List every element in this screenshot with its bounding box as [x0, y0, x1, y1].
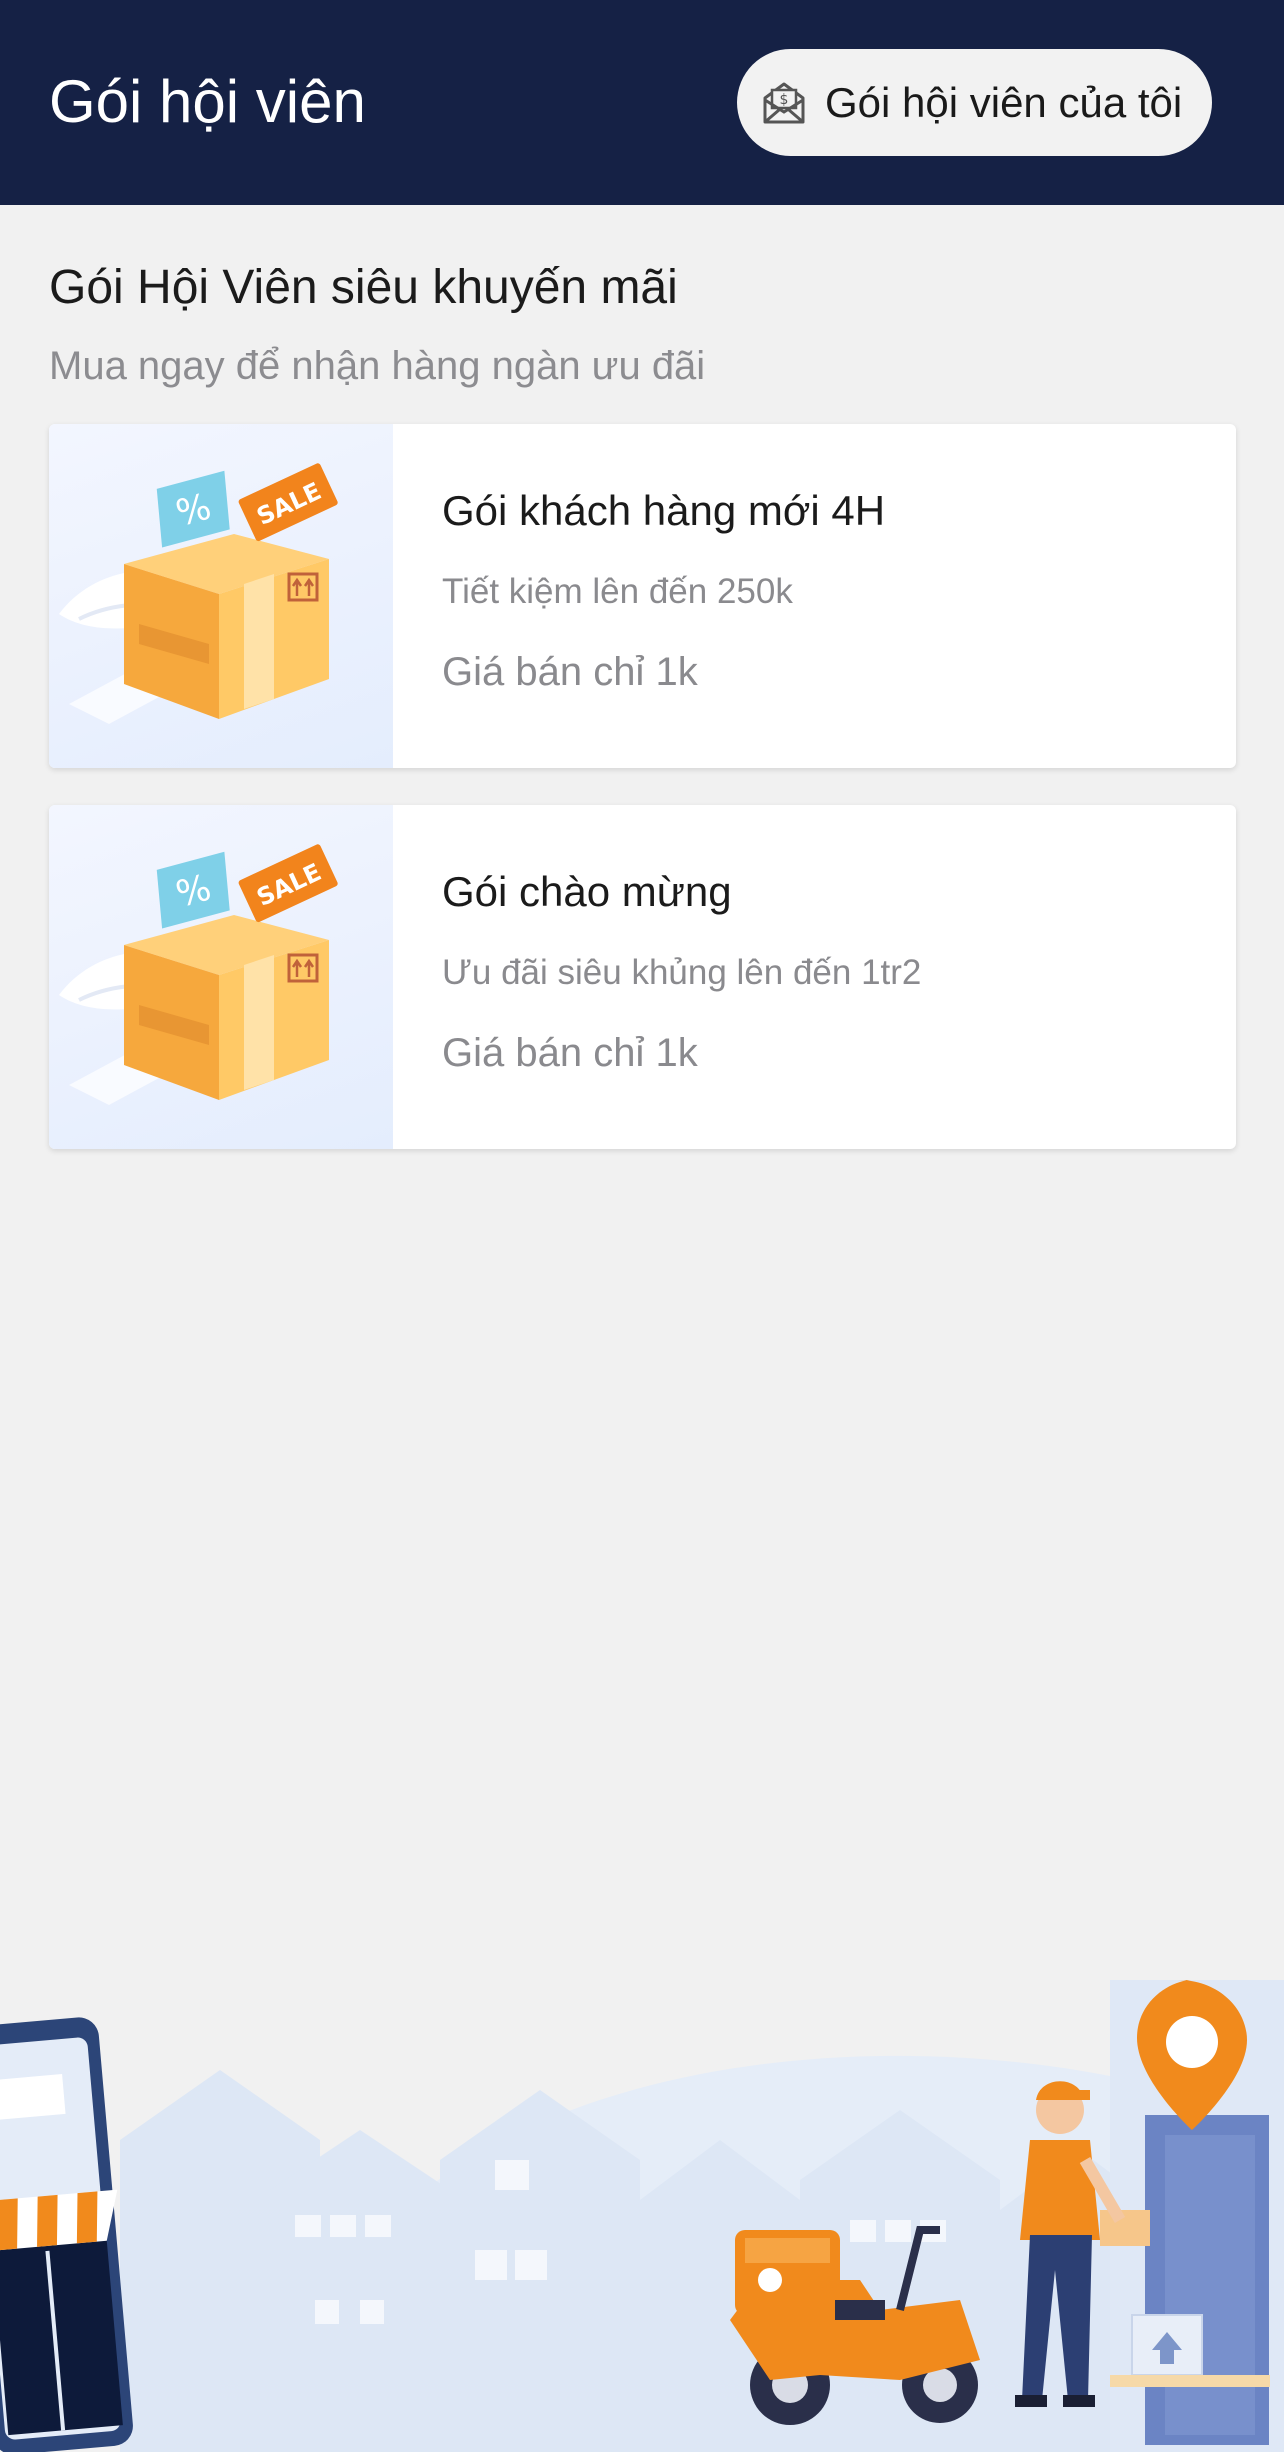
my-packages-label: Gói hội viên của tôi [825, 78, 1183, 126]
package-description: Ưu đãi siêu khủng lên đến 1tr2 [442, 953, 922, 992]
svg-text:$: $ [780, 92, 789, 108]
package-price: Giá bán chỉ 1k [442, 650, 698, 694]
section-title: Gói Hội Viên siêu khuyến mãi [49, 261, 678, 314]
package-price: Giá bán chỉ 1k [442, 1031, 698, 1075]
flying-sale-box-icon: % SALE [59, 844, 338, 1105]
package-thumbnail: % SALE [49, 805, 393, 1149]
package-name: Gói khách hàng mới 4H [442, 487, 886, 534]
section-subtitle: Mua ngay để nhận hàng ngàn ưu đãi [49, 344, 706, 388]
envelope-dollar-icon: $ [763, 82, 805, 123]
package-thumbnail: % SALE [49, 424, 393, 768]
page-title: Gói hội viên [49, 68, 366, 135]
package-name: Gói chào mừng [442, 868, 732, 915]
my-packages-button[interactable]: $ Gói hội viên của tôi [737, 49, 1212, 156]
delivery-city-illustration [0, 1980, 1284, 2452]
flying-sale-box-icon: % SALE [59, 463, 338, 724]
package-card[interactable]: % SALE Gói khách hàng mới 4H Tiết kiệm l… [49, 424, 1236, 768]
app-header: Gói hội viên $ Gói hội viên của tôi [0, 0, 1284, 205]
package-description: Tiết kiệm lên đến 250k [442, 572, 793, 611]
package-card[interactable]: % SALE Gói chào mừng Ưu đãi siêu khủng l… [49, 805, 1236, 1149]
